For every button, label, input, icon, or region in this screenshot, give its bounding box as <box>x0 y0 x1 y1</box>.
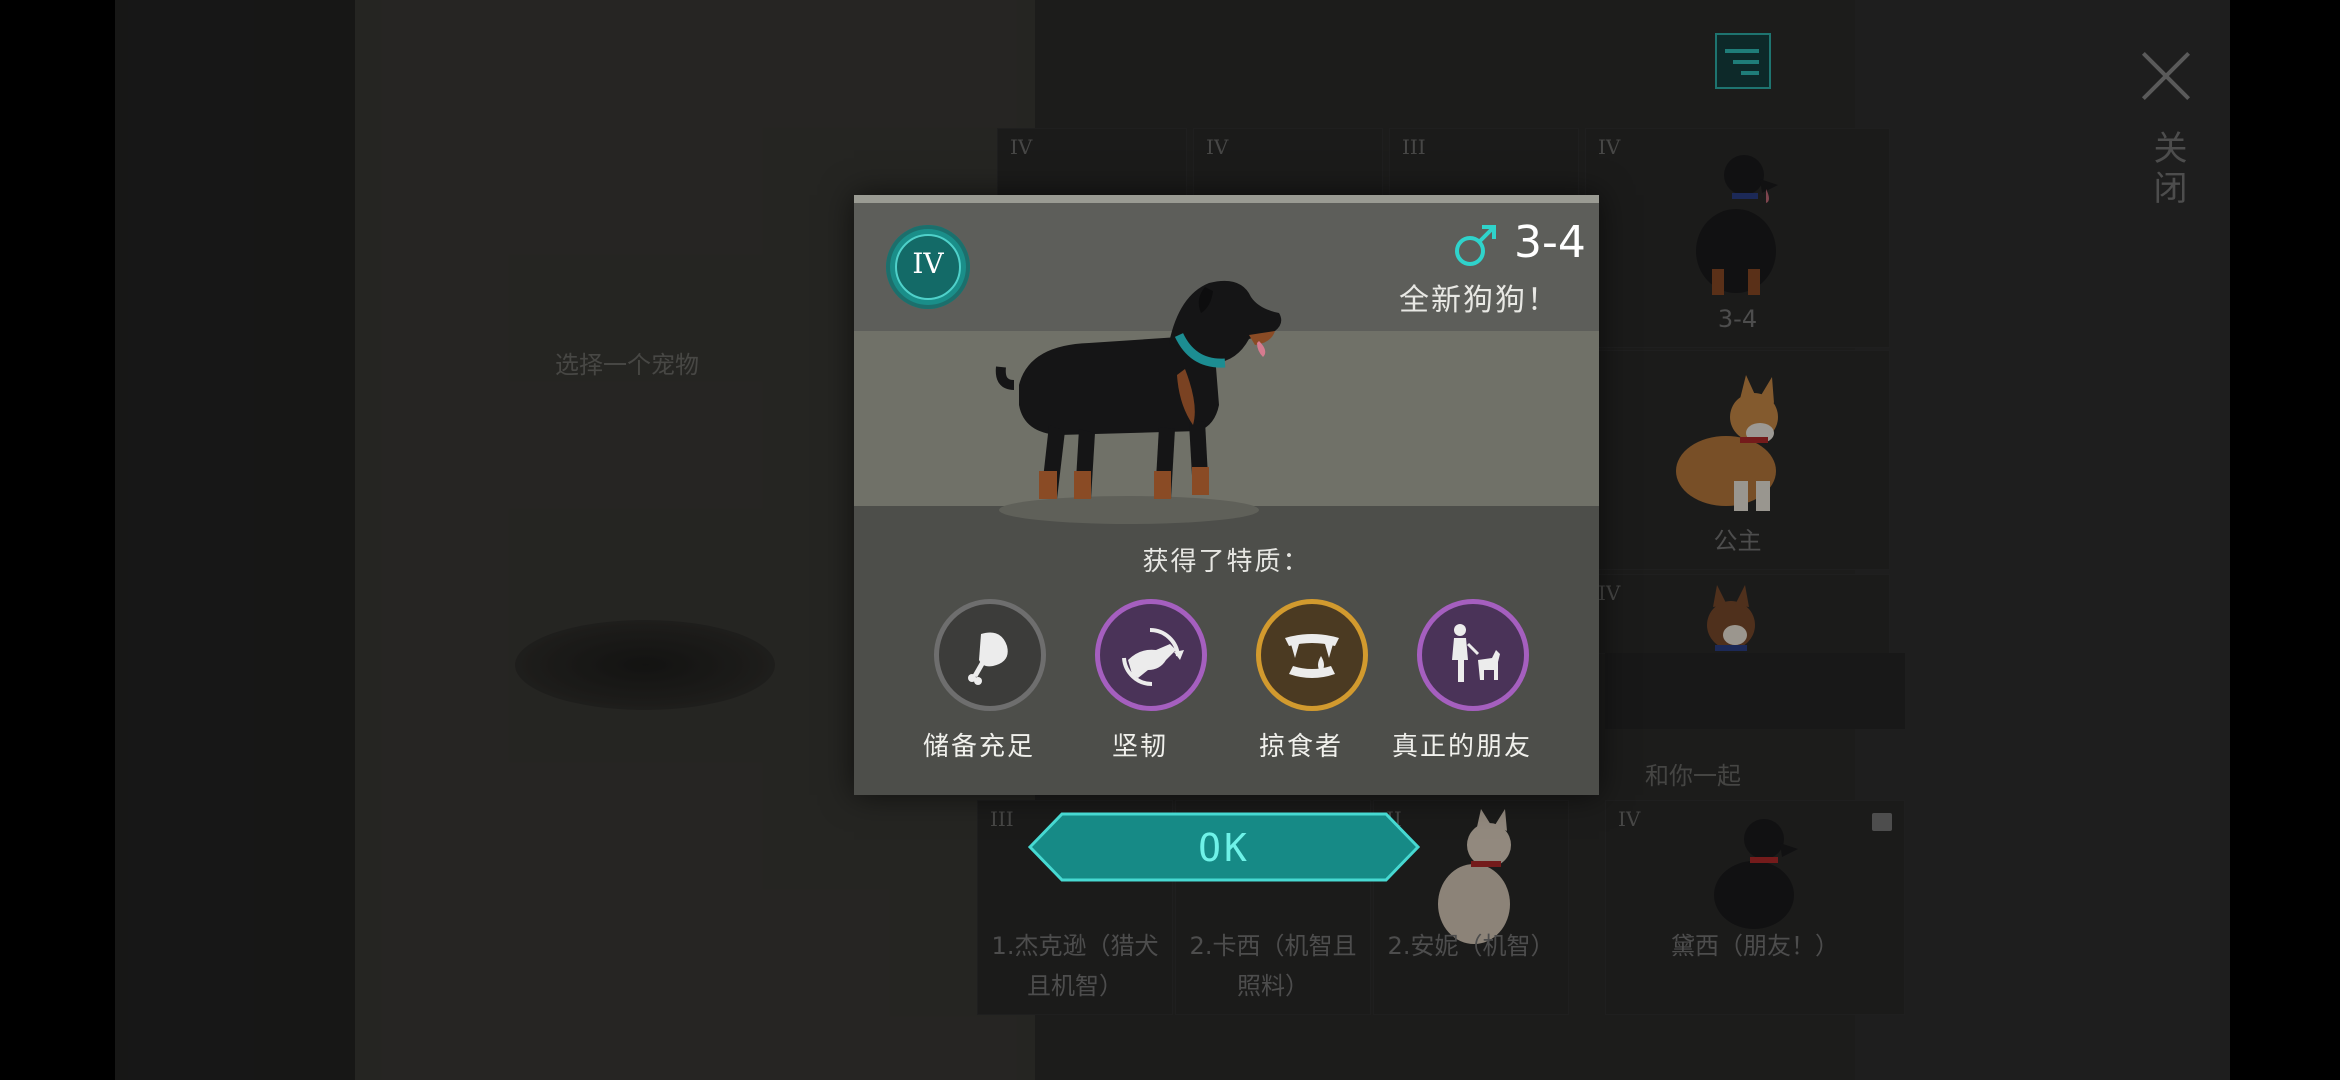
meat-icon <box>968 632 1008 685</box>
fangs-icon <box>1285 634 1339 678</box>
trait-label: 坚韧 <box>1111 732 1168 762</box>
trait-badge <box>1417 599 1529 711</box>
trait-badge <box>934 599 1046 711</box>
trait-label: 掠食者 <box>1258 732 1343 762</box>
trait-badge <box>1095 599 1207 711</box>
rank-text: IV <box>912 247 944 280</box>
new-pet-dialog: IV 3-4 全新狗狗！ 获得了特质： 储备充足 坚韧 掠食者 真正的朋友 <box>854 195 1599 795</box>
male-symbol-icon <box>1455 225 1496 266</box>
ok-button[interactable]: OK <box>1028 812 1420 882</box>
new-dog-subtitle: 全新狗狗！ <box>1399 283 1559 318</box>
pet-age: 3-4 <box>1514 217 1586 268</box>
dialog-top-strip <box>854 195 1599 203</box>
person-with-dog-icon <box>1452 624 1500 682</box>
trait-label: 储备充足 <box>922 732 1035 762</box>
trait-badge <box>1256 599 1368 711</box>
rank-badge: IV <box>886 225 970 309</box>
trait-label: 真正的朋友 <box>1391 732 1532 762</box>
resilient-dog-icon <box>1122 627 1184 687</box>
rottweiler-standing-icon <box>995 280 1282 524</box>
ok-button-label: OK <box>1198 826 1250 870</box>
traits-title: 获得了特质： <box>1142 547 1311 577</box>
